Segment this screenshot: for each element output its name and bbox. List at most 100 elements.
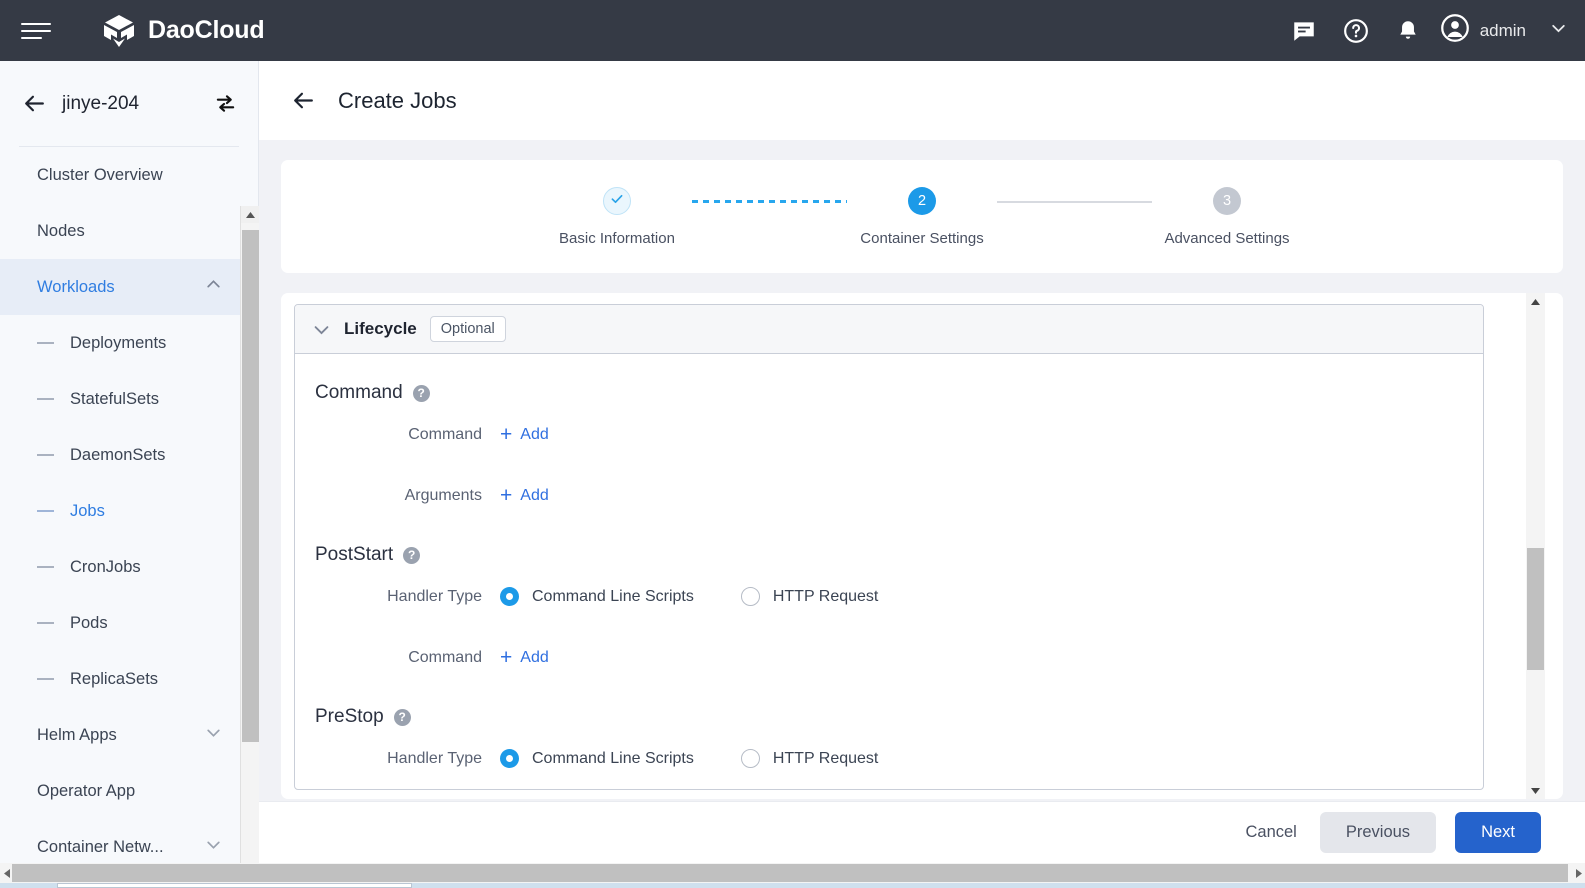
step-2-label: Container Settings — [860, 230, 983, 247]
help-icon[interactable]: ? — [413, 385, 430, 402]
sidebar-item-label: ReplicaSets — [70, 670, 158, 689]
switch-cluster-icon[interactable] — [211, 90, 239, 118]
scrollbar-thumb[interactable] — [1527, 548, 1544, 670]
sidebar-item-daemonsets[interactable]: DaemonSets — [0, 427, 240, 483]
arrow-left-icon[interactable] — [288, 86, 318, 116]
status-badge: Optional — [430, 316, 506, 342]
section-title-prestop: PreStop ? — [295, 706, 1483, 728]
sidebar-item-label: Deployments — [70, 334, 166, 353]
dash-icon — [37, 342, 54, 344]
help-icon[interactable]: ? — [403, 547, 420, 564]
sidebar-item-nodes[interactable]: Nodes — [0, 203, 240, 259]
help-circle-icon[interactable] — [1330, 5, 1382, 57]
field-label: Handler Type — [295, 750, 500, 768]
step-basic-information[interactable]: Basic Information — [542, 187, 692, 247]
sidebar-item-deployments[interactable]: Deployments — [0, 315, 240, 371]
bell-icon[interactable] — [1382, 5, 1434, 57]
lifecycle-panel: Lifecycle Optional Command ? Command + A… — [294, 304, 1484, 790]
add-command-button[interactable]: + Add — [500, 424, 549, 445]
sidebar-item-cronjobs[interactable]: CronJobs — [0, 539, 240, 595]
scroll-up-arrow-icon[interactable] — [241, 206, 259, 223]
add-label: Add — [520, 649, 548, 667]
background-window — [57, 883, 412, 888]
chevron-down-icon[interactable] — [205, 724, 222, 746]
radio-button-selected[interactable] — [500, 749, 519, 768]
chevron-down-icon[interactable] — [1550, 20, 1567, 42]
scroll-up-arrow-icon[interactable] — [1526, 293, 1545, 310]
radio-button-unselected[interactable] — [741, 587, 760, 606]
check-icon — [609, 191, 625, 211]
radio-label: Command Line Scripts — [532, 588, 694, 606]
plus-icon: + — [500, 424, 512, 445]
add-poststart-command-button[interactable]: + Add — [500, 647, 549, 668]
daocloud-cube-logo — [101, 13, 137, 49]
sidebar-item-label: Container Netw... — [37, 838, 164, 857]
sidebar-item-label: Nodes — [37, 222, 85, 241]
section-label: PostStart — [315, 544, 393, 566]
user-name: admin — [1480, 21, 1526, 41]
sidebar-item-helm-apps[interactable]: Helm Apps — [0, 707, 240, 763]
sidebar-item-label: StatefulSets — [70, 390, 159, 409]
sidebar-scrollbar[interactable] — [240, 206, 259, 888]
step-container-settings[interactable]: 2 Container Settings — [847, 187, 997, 247]
radio-prestop-http-request[interactable]: HTTP Request — [741, 749, 879, 768]
main-content: Create Jobs Basic Information 2 Containe… — [259, 61, 1585, 863]
dash-icon — [37, 566, 54, 568]
step-1-label: Basic Information — [559, 230, 675, 247]
chevron-up-icon[interactable] — [205, 276, 222, 298]
radio-prestop-command-line-scripts[interactable]: Command Line Scripts — [500, 749, 694, 768]
dash-icon — [37, 678, 54, 680]
panel-title: Lifecycle — [344, 319, 417, 339]
radio-button-unselected[interactable] — [741, 749, 760, 768]
top-right-actions: admin — [1278, 5, 1585, 57]
sidebar-item-label: Helm Apps — [37, 726, 117, 745]
message-icon[interactable] — [1278, 5, 1330, 57]
section-title-poststart: PostStart ? — [295, 544, 1483, 566]
add-arguments-button[interactable]: + Add — [500, 485, 549, 506]
form-card: Lifecycle Optional Command ? Command + A… — [281, 293, 1563, 799]
lifecycle-panel-body: Command ? Command + Add Arguments + — [295, 354, 1483, 789]
field-label: Arguments — [295, 487, 500, 505]
sidebar-item-jobs[interactable]: Jobs — [0, 483, 240, 539]
lifecycle-panel-header[interactable]: Lifecycle Optional — [295, 305, 1483, 354]
plus-icon: + — [500, 647, 512, 668]
chevron-down-icon[interactable] — [312, 320, 331, 339]
horizontal-scrollbar[interactable] — [0, 863, 1585, 883]
scroll-right-arrow-icon[interactable] — [1572, 863, 1585, 883]
hamburger-icon[interactable] — [21, 14, 55, 48]
field-row-command: Command + Add — [295, 404, 1483, 465]
scroll-down-arrow-icon[interactable] — [1526, 782, 1545, 799]
wizard-footer: Cancel Previous Next — [259, 801, 1585, 863]
chevron-down-icon[interactable] — [205, 836, 222, 858]
arrow-left-icon[interactable] — [19, 89, 49, 119]
field-label: Command — [295, 426, 500, 444]
radio-button-selected[interactable] — [500, 587, 519, 606]
add-label: Add — [520, 487, 548, 505]
step-connector-1 — [692, 200, 847, 203]
cluster-name: jinye-204 — [62, 93, 139, 115]
next-button[interactable]: Next — [1455, 812, 1541, 853]
user-menu[interactable]: admin — [1434, 13, 1567, 48]
scrollbar-thumb[interactable] — [242, 230, 259, 742]
step-advanced-settings[interactable]: 3 Advanced Settings — [1152, 187, 1302, 247]
sidebar-item-operator-app[interactable]: Operator App — [0, 763, 240, 819]
sidebar-item-container-network[interactable]: Container Netw... — [0, 819, 240, 863]
sidebar-item-replicasets[interactable]: ReplicaSets — [0, 651, 240, 707]
sidebar-item-statefulsets[interactable]: StatefulSets — [0, 371, 240, 427]
radio-label: HTTP Request — [773, 750, 879, 768]
sidebar-item-cluster-overview[interactable]: Cluster Overview — [0, 147, 240, 203]
sidebar: jinye-204 Cluster Overview Nodes Workloa… — [0, 61, 259, 863]
sidebar-item-label: Operator App — [37, 782, 135, 801]
cancel-button[interactable]: Cancel — [1241, 817, 1300, 848]
sidebar-item-label: DaemonSets — [70, 446, 165, 465]
previous-button[interactable]: Previous — [1320, 812, 1436, 853]
sidebar-item-label: Cluster Overview — [37, 166, 163, 185]
radio-poststart-http-request[interactable]: HTTP Request — [741, 587, 879, 606]
help-icon[interactable]: ? — [394, 709, 411, 726]
radio-poststart-command-line-scripts[interactable]: Command Line Scripts — [500, 587, 694, 606]
field-label: Command — [295, 649, 500, 667]
scrollbar-thumb[interactable] — [12, 864, 1568, 882]
sidebar-item-pods[interactable]: Pods — [0, 595, 240, 651]
form-scrollbar[interactable] — [1526, 293, 1545, 799]
sidebar-item-workloads[interactable]: Workloads — [0, 259, 240, 315]
